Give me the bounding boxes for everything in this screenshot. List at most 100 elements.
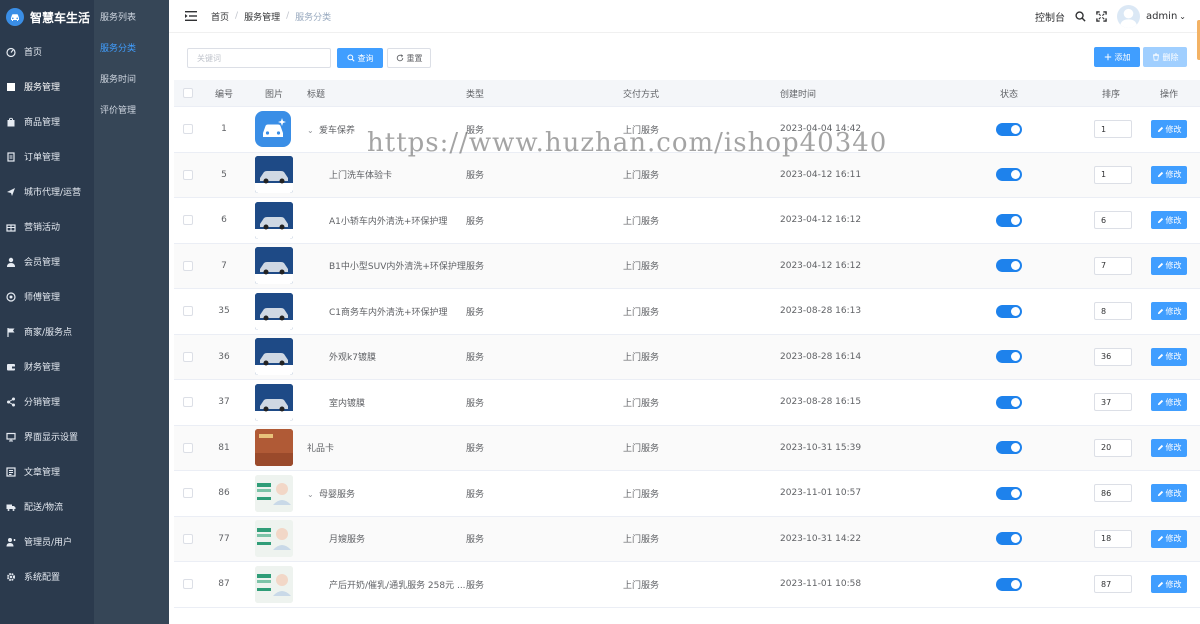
table-row[interactable]: 87 产后开奶/催乳/通乳服务 258元 ... 服务 上门服务 2023-11-01 … — [174, 562, 1200, 608]
console-link[interactable]: 控制台 — [1035, 9, 1065, 24]
sidebar-item[interactable]: 商品管理 — [0, 104, 94, 139]
sort-order-input[interactable] — [1094, 256, 1132, 275]
row-checkbox[interactable] — [183, 351, 193, 362]
fullscreen-icon[interactable] — [1096, 11, 1107, 22]
breadcrumb-service-management[interactable]: 服务管理 — [244, 10, 280, 23]
edit-button[interactable]: 修改 — [1151, 256, 1187, 275]
menu-fold-icon[interactable] — [185, 11, 197, 21]
sort-order-input[interactable] — [1094, 529, 1132, 548]
column-header-id: 编号 — [215, 89, 234, 100]
submenu-item[interactable]: 服务时间 — [94, 63, 169, 94]
status-toggle[interactable] — [996, 259, 1022, 273]
table-row[interactable]: 86 ⌄ 母婴服务 服务 上门服务 2023-11-01 10:57 修改 — [174, 471, 1200, 517]
table-row[interactable]: 5 上门洗车体验卡 服务 上门服务 2023-04-12 16:11 修改 — [174, 152, 1200, 198]
row-checkbox[interactable] — [183, 488, 193, 499]
submenu-item[interactable]: 评价管理 — [94, 94, 169, 125]
table-row[interactable]: 1 ⌄ 爱车保养 服务 上门服务 2023-04-04 14:42 修改 — [174, 107, 1200, 153]
status-toggle[interactable] — [996, 395, 1022, 409]
row-checkbox[interactable] — [183, 306, 193, 317]
status-toggle[interactable] — [996, 168, 1022, 182]
status-toggle[interactable] — [996, 486, 1022, 500]
edit-button[interactable]: 修改 — [1151, 529, 1187, 548]
row-checkbox[interactable] — [183, 579, 193, 590]
maternity-service-thumbnail — [255, 474, 293, 512]
edit-button[interactable]: 修改 — [1151, 347, 1187, 366]
edit-button[interactable]: 修改 — [1151, 302, 1187, 321]
table-row[interactable]: 7 B1中小型SUV内外清洗+环保护理 服务 上门服务 2023-04-12 16:12… — [174, 243, 1200, 289]
sidebar-item[interactable]: 首页 — [0, 34, 94, 69]
filter-toolbar: 查询 重置 添加 删除 — [187, 47, 1187, 69]
row-checkbox[interactable] — [183, 260, 193, 271]
edit-button[interactable]: 修改 — [1151, 484, 1187, 503]
edit-button[interactable]: 修改 — [1151, 438, 1187, 457]
add-button[interactable]: 添加 — [1094, 47, 1140, 67]
chevron-down-icon[interactable]: ⌄ — [1179, 12, 1186, 21]
table-row[interactable]: 36 外观k7镀膜 服务 上门服务 2023-08-28 16:14 修改 — [174, 334, 1200, 380]
status-toggle[interactable] — [996, 577, 1022, 591]
sidebar-item[interactable]: 服务管理 — [0, 69, 94, 104]
status-toggle[interactable] — [996, 122, 1022, 136]
sidebar-item[interactable]: 管理员/用户 — [0, 524, 94, 559]
status-toggle[interactable] — [996, 532, 1022, 546]
sort-order-input[interactable] — [1094, 347, 1132, 366]
gear-icon — [6, 572, 16, 582]
row-checkbox[interactable] — [183, 169, 193, 180]
edit-button[interactable]: 修改 — [1151, 575, 1187, 594]
status-toggle[interactable] — [996, 441, 1022, 455]
delete-button[interactable]: 删除 — [1143, 47, 1187, 67]
sidebar-item[interactable]: 营销活动 — [0, 209, 94, 244]
row-checkbox[interactable] — [183, 215, 193, 226]
submenu-item[interactable]: 服务列表 — [94, 1, 169, 32]
sidebar-item[interactable]: 订单管理 — [0, 139, 94, 174]
edit-button[interactable]: 修改 — [1151, 165, 1187, 184]
chevron-down-icon[interactable]: ⌄ — [307, 126, 315, 135]
sort-order-input[interactable] — [1094, 302, 1132, 321]
table-row[interactable]: 6 A1小轿车内外清洗+环保护理 服务 上门服务 2023-04-12 16:12 修改 — [174, 198, 1200, 244]
row-checkbox[interactable] — [183, 442, 193, 453]
sort-order-input[interactable] — [1094, 484, 1132, 503]
submenu-item[interactable]: 服务分类 — [94, 32, 169, 63]
sidebar-item[interactable]: 文章管理 — [0, 454, 94, 489]
sort-order-input[interactable] — [1094, 211, 1132, 230]
sidebar-item[interactable]: 分销管理 — [0, 384, 94, 419]
brand[interactable]: 智慧车生活 — [0, 0, 94, 34]
row-checkbox[interactable] — [183, 397, 193, 408]
edit-button[interactable]: 修改 — [1151, 393, 1187, 412]
search-icon[interactable] — [1075, 11, 1086, 22]
sidebar-item[interactable]: 师傅管理 — [0, 279, 94, 314]
status-toggle[interactable] — [996, 350, 1022, 364]
sort-order-input[interactable] — [1094, 575, 1132, 594]
keyword-search-input[interactable] — [187, 48, 331, 68]
status-toggle[interactable] — [996, 213, 1022, 227]
row-type: 服务 — [466, 307, 485, 318]
sidebar-item[interactable]: 会员管理 — [0, 244, 94, 279]
row-checkbox[interactable] — [183, 124, 193, 135]
table-row[interactable]: 35 C1商务车内外清洗+环保护理 服务 上门服务 2023-08-28 16:13 修改 — [174, 289, 1200, 335]
status-toggle[interactable] — [996, 304, 1022, 318]
sidebar-item[interactable]: 界面显示设置 — [0, 419, 94, 454]
sidebar-item[interactable]: 系统配置 — [0, 559, 94, 594]
sort-order-input[interactable] — [1094, 438, 1132, 457]
sort-order-input[interactable] — [1094, 393, 1132, 412]
sidebar-item[interactable]: 配送/物流 — [0, 489, 94, 524]
breadcrumb-home[interactable]: 首页 — [211, 10, 229, 23]
edit-button[interactable]: 修改 — [1151, 211, 1187, 230]
sidebar-item[interactable]: 财务管理 — [0, 349, 94, 384]
edit-button[interactable]: 修改 — [1151, 120, 1187, 139]
sort-order-input[interactable] — [1094, 120, 1132, 139]
user-avatar[interactable] — [1116, 5, 1140, 28]
sort-order-input[interactable] — [1094, 165, 1132, 184]
sidebar-item[interactable]: 城市代理/运营 — [0, 174, 94, 209]
row-image — [255, 520, 293, 558]
reset-button[interactable]: 重置 — [387, 48, 431, 68]
row-created-time: 2023-11-01 10:58 — [780, 579, 862, 590]
table-row[interactable]: 81 礼品卡 服务 上门服务 2023-10-31 15:39 修改 — [174, 425, 1200, 471]
query-button[interactable]: 查询 — [337, 48, 383, 68]
table-row[interactable]: 77 月嫂服务 服务 上门服务 2023-10-31 14:22 修改 — [174, 516, 1200, 562]
select-all-checkbox[interactable] — [183, 88, 193, 98]
sidebar-item[interactable]: 商家/服务点 — [0, 314, 94, 349]
row-checkbox[interactable] — [183, 533, 193, 544]
table-row[interactable]: 37 室内镀膜 服务 上门服务 2023-08-28 16:15 修改 — [174, 380, 1200, 426]
user-name[interactable]: admin — [1146, 11, 1177, 22]
chevron-down-icon[interactable]: ⌄ — [307, 490, 315, 499]
